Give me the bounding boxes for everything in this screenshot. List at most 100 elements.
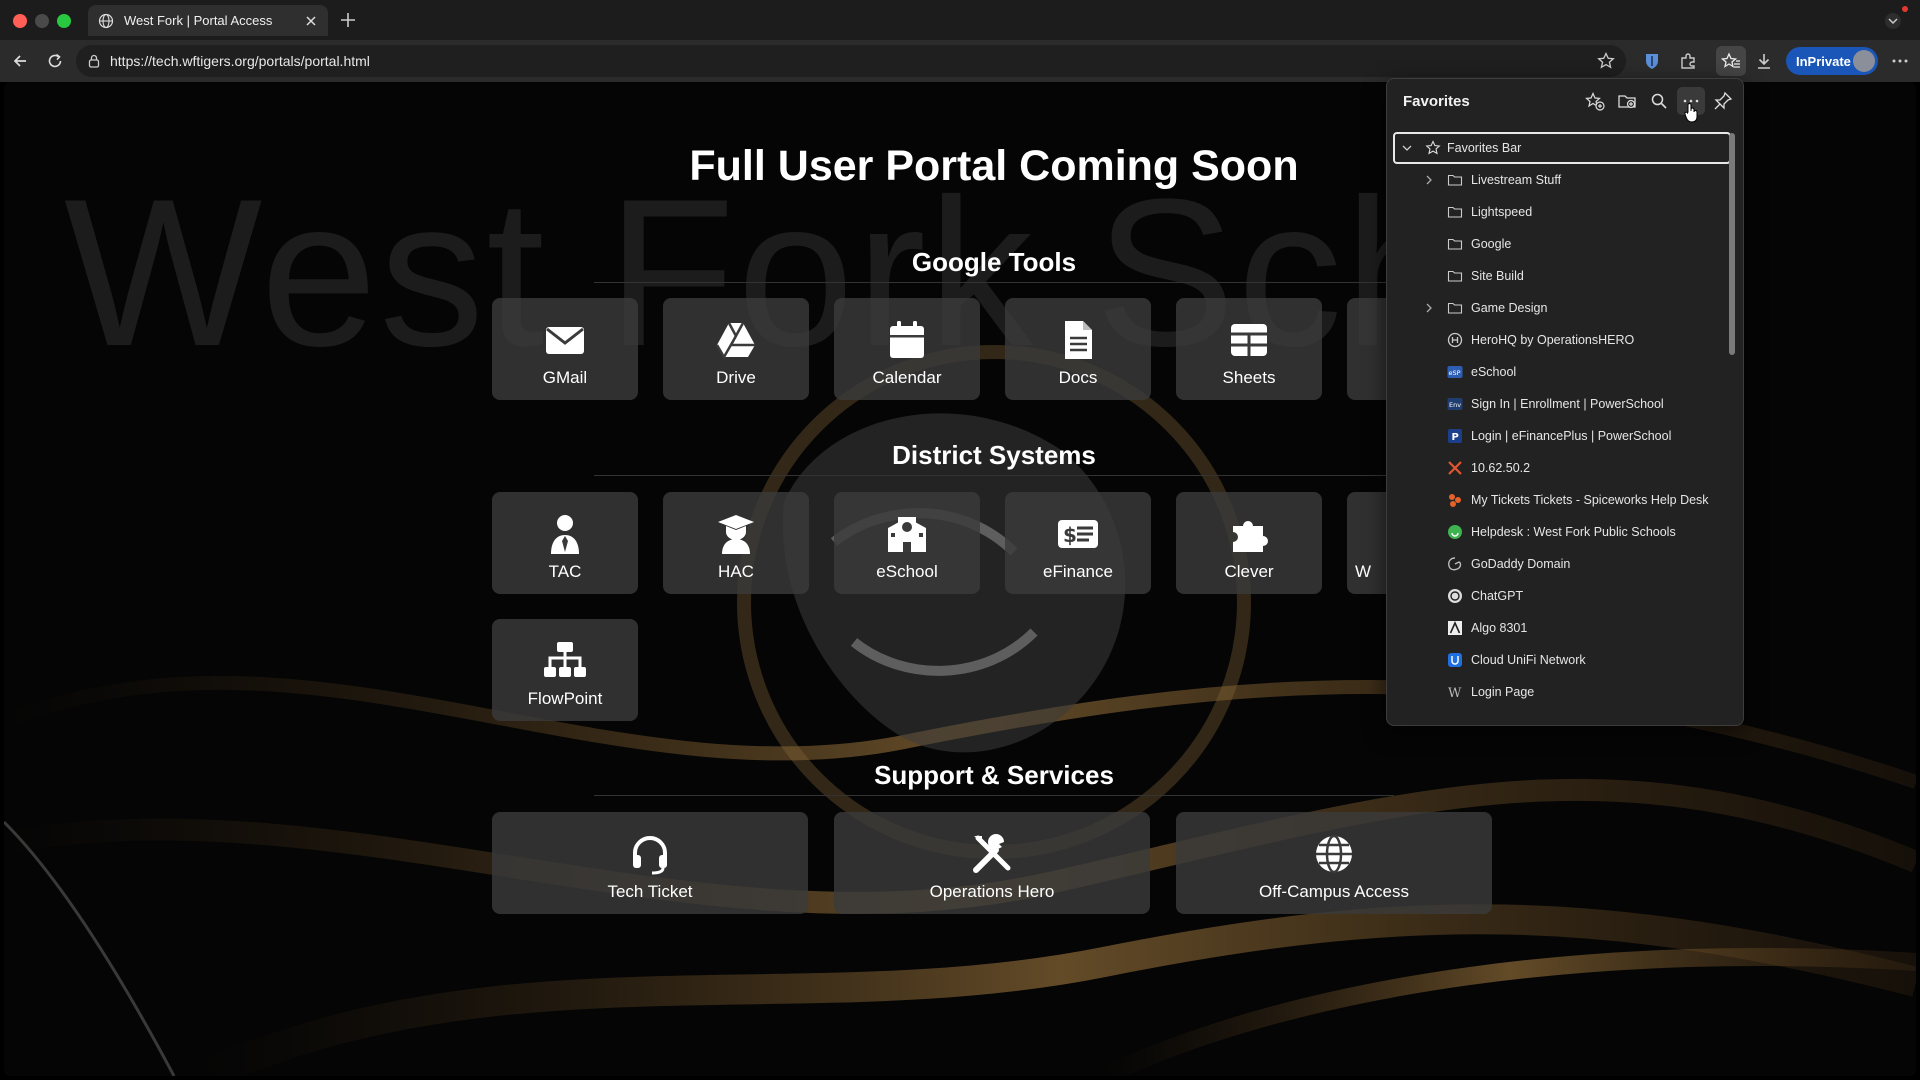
inprivate-label: InPrivate: [1796, 53, 1851, 69]
site-info-icon[interactable]: [86, 53, 102, 69]
herohq-icon: [1447, 332, 1463, 348]
favorites-icon[interactable]: [1721, 51, 1741, 71]
calendar-icon: [890, 321, 924, 358]
favorites-scrollbar[interactable]: [1729, 133, 1735, 355]
profile-avatar: [1853, 50, 1875, 72]
favorites-panel: Favorites Favorites Bar Livestream Stuff…: [1386, 78, 1744, 726]
chatgpt-icon: [1448, 589, 1462, 603]
tile-label: Tech Ticket: [607, 882, 693, 901]
favorite-eschool[interactable]: eSP eSchool: [1393, 356, 1731, 388]
favorite-herohq[interactable]: HeroHQ by OperationsHERO: [1393, 324, 1731, 356]
tile-tech-ticket[interactable]: Tech Ticket: [492, 812, 808, 914]
add-folder-icon[interactable]: [1617, 91, 1637, 111]
close-window-button[interactable]: [13, 14, 27, 28]
add-favorite-star-icon[interactable]: [1596, 51, 1616, 71]
eschool-icon: eSP: [1447, 366, 1463, 378]
bitwarden-shield-icon[interactable]: [1642, 51, 1662, 71]
chevron-right-icon[interactable]: [1423, 174, 1435, 186]
favorite-folder-google[interactable]: Google: [1393, 228, 1731, 260]
favorite-efinanceplus[interactable]: P Login | eFinancePlus | PowerSchool: [1393, 420, 1731, 452]
tile-hac[interactable]: HAC: [663, 492, 809, 594]
section-divider: [594, 282, 1394, 283]
active-tab[interactable]: West Fork | Portal Access: [88, 5, 328, 36]
tile-drive[interactable]: Drive: [663, 298, 809, 400]
favorite-folder-game-design[interactable]: Game Design: [1393, 292, 1731, 324]
favorite-ip-address[interactable]: 10.62.50.2: [1393, 452, 1731, 484]
graduate-icon: [718, 515, 754, 554]
tile-calendar[interactable]: Calendar: [834, 298, 980, 400]
tile-label: Operations Hero: [929, 882, 1055, 901]
tile-clever[interactable]: Clever: [1176, 492, 1322, 594]
chevron-down-icon[interactable]: [1401, 142, 1413, 154]
favorite-chatgpt[interactable]: ChatGPT: [1393, 580, 1731, 612]
favorite-label: Login Page: [1471, 685, 1535, 699]
favorite-unifi[interactable]: Cloud UniFi Network: [1393, 644, 1731, 676]
document-icon: [1065, 321, 1092, 359]
extensions-puzzle-icon[interactable]: [1678, 51, 1698, 71]
tab-list-chevron-icon[interactable]: [1884, 12, 1902, 30]
favorite-label: eSchool: [1471, 365, 1517, 379]
tile-tac[interactable]: TAC: [492, 492, 638, 594]
tile-off-campus-access[interactable]: Off-Campus Access: [1176, 812, 1492, 914]
folder-icon: [1447, 238, 1463, 250]
favorite-label: Game Design: [1471, 301, 1548, 315]
tile-efinance[interactable]: $ eFinance: [1005, 492, 1151, 594]
tile-label: eFinance: [1043, 562, 1113, 581]
favorite-folder-livestream[interactable]: Livestream Stuff: [1393, 164, 1731, 196]
pin-icon[interactable]: [1713, 91, 1733, 111]
mouse-cursor-icon: [1684, 103, 1698, 123]
favorites-bar-folder[interactable]: Favorites Bar: [1393, 132, 1731, 164]
reload-icon[interactable]: [45, 51, 65, 71]
tile-label: TAC: [548, 562, 582, 581]
tile-label: Clever: [1224, 562, 1274, 581]
favorite-helpdesk[interactable]: Helpdesk : West Fork Public Schools: [1393, 516, 1731, 548]
favorite-label: Livestream Stuff: [1471, 173, 1562, 187]
maximize-window-button[interactable]: [57, 14, 71, 28]
folder-icon: [1447, 302, 1463, 314]
more-menu-icon[interactable]: [1890, 51, 1910, 71]
tile-operations-hero[interactable]: Operations Hero: [834, 812, 1150, 914]
favorites-list: Favorites Bar Livestream Stuff Lightspee…: [1393, 132, 1731, 708]
folder-icon: [1447, 270, 1463, 282]
favorite-godaddy[interactable]: GoDaddy Domain: [1393, 548, 1731, 580]
favorite-spiceworks[interactable]: My Tickets Tickets - Spiceworks Help Des…: [1393, 484, 1731, 516]
new-tab-icon[interactable]: [338, 10, 358, 30]
add-page-to-favorites-icon[interactable]: [1585, 91, 1605, 111]
enrollment-icon: Env: [1447, 398, 1463, 410]
favorites-header: Favorites: [1403, 93, 1470, 110]
godaddy-icon: [1448, 557, 1462, 571]
globe-icon: [1316, 834, 1352, 874]
favorite-algo[interactable]: Algo 8301: [1393, 612, 1731, 644]
favorite-label: HeroHQ by OperationsHERO: [1471, 333, 1635, 347]
section-title-support-services: Support & Services: [874, 760, 1114, 790]
favorite-folder-lightspeed[interactable]: Lightspeed: [1393, 196, 1731, 228]
tile-label: Calendar: [872, 368, 942, 387]
browser-toolbar: https://tech.wftigers.org/portals/portal…: [0, 40, 1920, 82]
puzzle-piece-icon: [1233, 521, 1268, 552]
url-text: https://tech.wftigers.org/portals/portal…: [110, 53, 370, 69]
tile-sheets[interactable]: Sheets: [1176, 298, 1322, 400]
favorite-label: Lightspeed: [1471, 205, 1533, 219]
tile-eschool[interactable]: eSchool: [834, 492, 980, 594]
back-arrow-icon[interactable]: [10, 51, 30, 71]
favorite-label: My Tickets Tickets - Spiceworks Help Des…: [1471, 493, 1709, 507]
favorite-folder-site-build[interactable]: Site Build: [1393, 260, 1731, 292]
favorite-login-page[interactable]: W Login Page: [1393, 676, 1731, 708]
unifi-icon: [1448, 653, 1462, 667]
tile-gmail[interactable]: GMail: [492, 298, 638, 400]
downloads-icon[interactable]: [1754, 51, 1774, 71]
inprivate-button[interactable]: InPrivate: [1786, 47, 1878, 75]
tile-docs[interactable]: Docs: [1005, 298, 1151, 400]
search-icon[interactable]: [1649, 91, 1669, 111]
close-tab-icon[interactable]: [304, 14, 318, 28]
chevron-right-icon[interactable]: [1423, 302, 1435, 314]
tile-flowpoint[interactable]: FlowPoint: [492, 619, 638, 721]
address-bar[interactable]: https://tech.wftigers.org/portals/portal…: [76, 45, 1626, 77]
section-divider: [594, 795, 1394, 796]
favorite-enrollment[interactable]: Env Sign In | Enrollment | PowerSchool: [1393, 388, 1731, 420]
sitemap-icon: [544, 642, 586, 677]
minimize-window-button[interactable]: [35, 14, 49, 28]
tile-label: Sheets: [1222, 368, 1276, 387]
folder-icon: [1447, 174, 1463, 186]
tab-title: West Fork | Portal Access: [124, 13, 273, 28]
